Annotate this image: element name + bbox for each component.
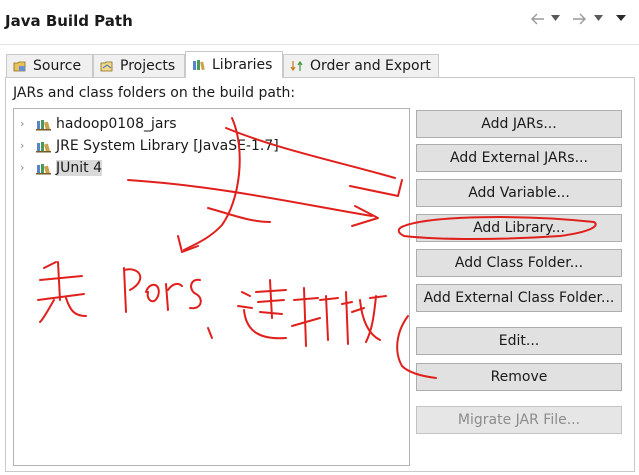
page-title: Java Build Path bbox=[5, 12, 133, 30]
library-icon bbox=[36, 141, 51, 152]
tab-source[interactable]: Source bbox=[6, 54, 93, 77]
add-library-button[interactable]: Add Library... bbox=[416, 214, 622, 242]
tree-item-label: JRE System Library [JavaSE-1.7] bbox=[56, 137, 279, 154]
tree-item-jre[interactable]: › JRE System Library [JavaSE-1.7] bbox=[20, 135, 279, 156]
add-class-folder-button[interactable]: Add Class Folder... bbox=[416, 249, 622, 277]
edit-button[interactable]: Edit... bbox=[416, 327, 622, 355]
library-tree[interactable]: › hadoop0108_jars › JRE System Library [… bbox=[13, 108, 410, 466]
source-folder-icon bbox=[13, 61, 26, 72]
back-arrow-icon[interactable] bbox=[530, 12, 546, 26]
view-menu-icon[interactable] bbox=[616, 15, 626, 22]
library-icon bbox=[36, 163, 51, 174]
forward-dropdown-icon[interactable] bbox=[594, 15, 603, 22]
projects-icon bbox=[100, 61, 113, 72]
add-external-class-folder-button[interactable]: Add External Class Folder... bbox=[416, 284, 622, 312]
section-label: JARs and class folders on the build path… bbox=[13, 85, 296, 101]
tab-libraries[interactable]: Libraries bbox=[185, 51, 283, 78]
tab-label: Projects bbox=[120, 58, 176, 74]
page-header: Java Build Path bbox=[0, 0, 639, 44]
forward-arrow-icon[interactable] bbox=[571, 12, 587, 26]
tab-label: Order and Export bbox=[310, 58, 431, 74]
libraries-icon bbox=[193, 60, 205, 71]
migrate-jar-button: Migrate JAR File... bbox=[416, 406, 622, 434]
tree-item-label: JUnit 4 bbox=[56, 159, 102, 176]
tab-projects[interactable]: Projects bbox=[93, 54, 185, 77]
tree-item-label: hadoop0108_jars bbox=[56, 115, 177, 132]
library-icon bbox=[36, 119, 51, 130]
back-dropdown-icon[interactable] bbox=[551, 15, 560, 22]
tab-label: Libraries bbox=[212, 57, 273, 73]
tab-label: Source bbox=[33, 58, 82, 74]
order-export-icon bbox=[290, 60, 303, 72]
tree-item-junit[interactable]: › JUnit 4 bbox=[20, 157, 102, 178]
add-variable-button[interactable]: Add Variable... bbox=[416, 179, 622, 207]
expand-chevron-icon[interactable]: › bbox=[20, 117, 32, 130]
tree-item-hadoop[interactable]: › hadoop0108_jars bbox=[20, 113, 177, 134]
remove-button[interactable]: Remove bbox=[416, 363, 622, 391]
add-external-jars-button[interactable]: Add External JARs... bbox=[416, 144, 622, 172]
tab-order-and-export[interactable]: Order and Export bbox=[283, 54, 439, 77]
expand-chevron-icon[interactable]: › bbox=[20, 161, 32, 174]
header-divider bbox=[0, 44, 639, 45]
expand-chevron-icon[interactable]: › bbox=[20, 139, 32, 152]
add-jars-button[interactable]: Add JARs... bbox=[416, 110, 622, 138]
